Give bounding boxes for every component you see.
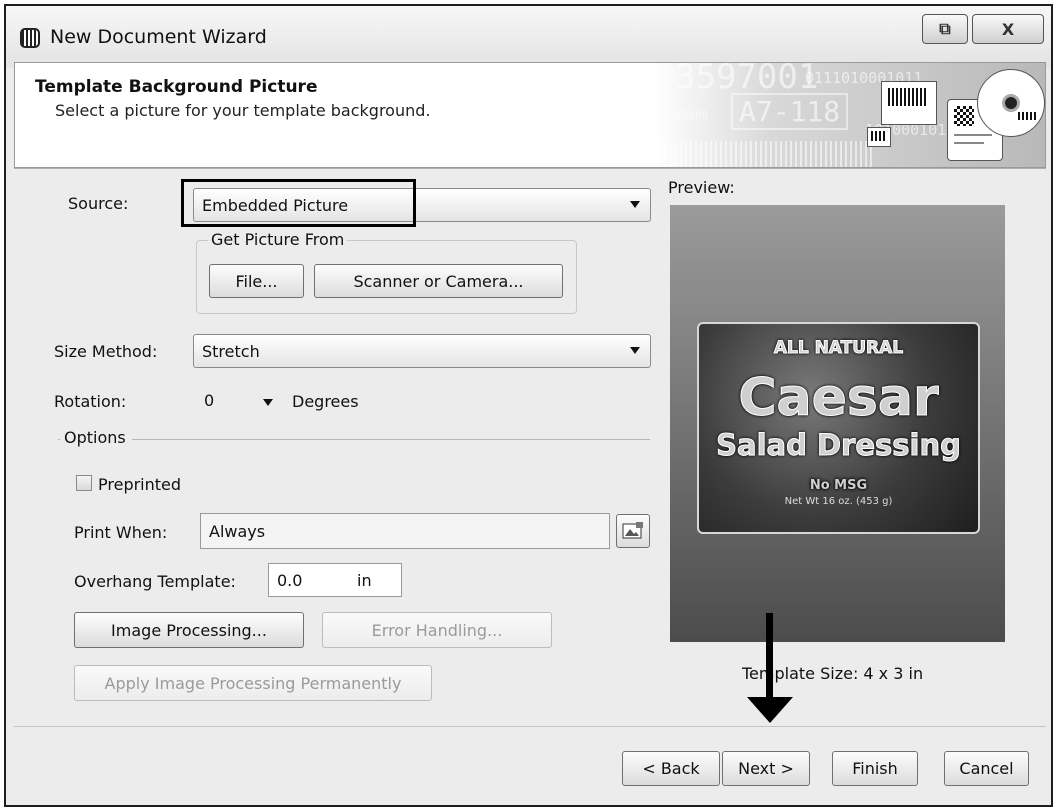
file-button[interactable]: File... (209, 264, 304, 298)
banner-number-text: 3597001 (675, 63, 819, 97)
barcode-label-icon (881, 81, 937, 125)
size-method-dropdown[interactable]: Stretch (193, 334, 651, 368)
source-highlight-box (181, 179, 416, 227)
overhang-label: Overhang Template: (74, 572, 236, 591)
banner-barcode-stripes (655, 141, 875, 167)
rotation-label: Rotation: (54, 392, 127, 411)
error-handling-button[interactable]: Error Handling... (322, 612, 552, 648)
get-picture-label: Get Picture From (208, 230, 348, 249)
disc-label-icon (977, 69, 1045, 137)
restore-button[interactable]: ⧉ (922, 14, 968, 44)
banner-code-text: A7-118 (731, 93, 849, 130)
print-when-edit-button[interactable] (616, 514, 650, 548)
chevron-down-icon (630, 201, 640, 208)
print-when-value: Always (209, 521, 266, 541)
options-label: Options (60, 428, 132, 447)
overhang-value: 0.0 (277, 570, 303, 590)
chevron-down-icon (630, 347, 640, 354)
overhang-input[interactable]: 0.0 in (268, 563, 402, 597)
rotation-dropdown[interactable]: 0 (196, 384, 288, 416)
preview-label-image: ALL NATURAL Caesar Salad Dressing No MSG… (697, 322, 980, 534)
header-banner-image: 3597001 0111010001011 X2000 A7-118 10100… (655, 63, 1045, 167)
size-method-value: Stretch (202, 341, 260, 361)
wizard-header: Template Background Picture Select a pic… (14, 62, 1046, 168)
title-bar[interactable]: New Document Wizard ⧉ X (6, 6, 1051, 68)
preview-label: Preview: (668, 178, 735, 197)
window-title: New Document Wizard (50, 26, 267, 48)
banner-small-text: X2000 (675, 109, 709, 122)
scanner-camera-button[interactable]: Scanner or Camera... (314, 264, 563, 298)
preprinted-checkbox[interactable] (76, 475, 92, 491)
page-subtitle: Select a picture for your template backg… (55, 101, 431, 120)
label-text-net-wt: Net Wt 16 oz. (453 g) (784, 496, 893, 507)
finish-button[interactable]: Finish (832, 751, 918, 786)
chevron-down-icon (263, 399, 273, 406)
label-text-salad-dressing: Salad Dressing (716, 428, 962, 463)
print-when-field[interactable]: Always (200, 513, 610, 549)
small-barcode-icon (867, 127, 891, 147)
label-text-no-msg: No MSG (809, 478, 868, 493)
app-icon (20, 28, 40, 48)
picture-icon (622, 522, 643, 539)
annotation-arrow-head (747, 697, 793, 723)
footer-divider (14, 726, 1046, 727)
rotation-value: 0 (204, 391, 215, 410)
source-label: Source: (68, 194, 129, 213)
overhang-unit: in (357, 570, 372, 590)
cancel-button[interactable]: Cancel (944, 751, 1029, 786)
degrees-label: Degrees (292, 392, 359, 411)
page-title: Template Background Picture (35, 77, 318, 97)
size-method-label: Size Method: (54, 342, 158, 361)
close-button[interactable]: X (972, 14, 1044, 44)
label-text-caesar: Caesar (738, 368, 939, 428)
apply-permanently-button[interactable]: Apply Image Processing Permanently (74, 665, 432, 701)
header-divider (14, 168, 1046, 169)
label-text-natural: ALL NATURAL (773, 338, 904, 359)
annotation-arrow-shaft (766, 613, 773, 699)
preprinted-label: Preprinted (98, 475, 182, 494)
options-divider (58, 439, 650, 440)
image-processing-button[interactable]: Image Processing... (74, 612, 304, 648)
print-when-label: Print When: (74, 523, 168, 542)
back-button[interactable]: < Back (622, 751, 720, 786)
next-button[interactable]: Next > (722, 751, 810, 786)
